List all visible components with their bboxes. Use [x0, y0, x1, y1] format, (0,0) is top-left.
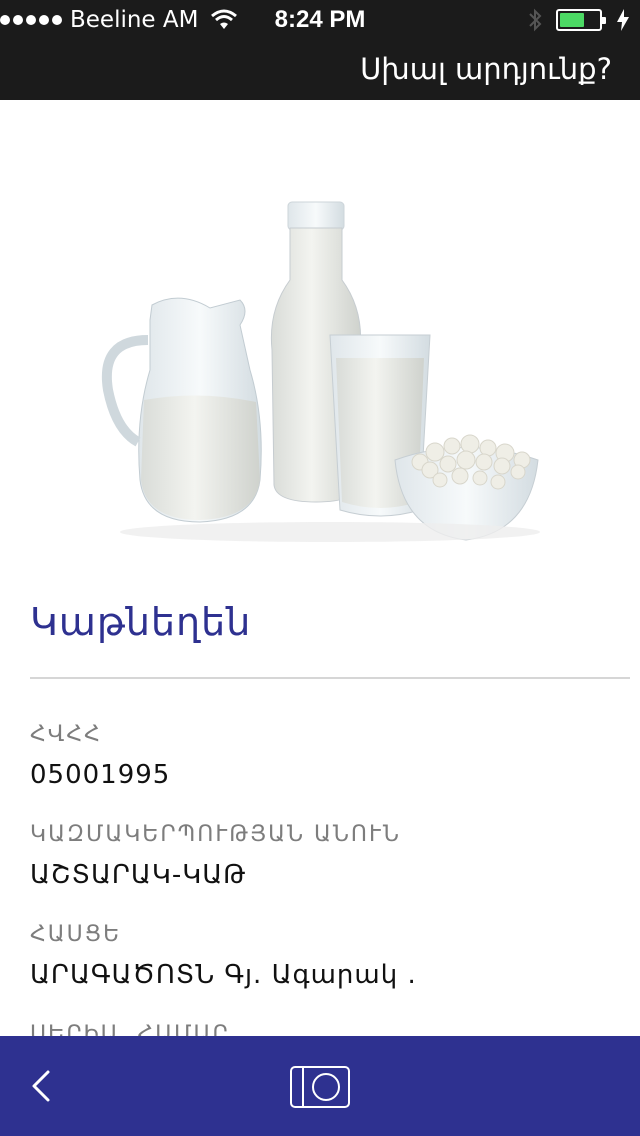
tin-label: ՀՎՀՀ: [30, 722, 102, 747]
bluetooth-icon: [529, 8, 542, 32]
camera-icon[interactable]: [290, 1066, 350, 1108]
battery-icon: [556, 9, 606, 31]
company-name-label: ԿԱԶՄԱԿԵՐՊՈՒԹՅԱՆ ԱՆՈՒՆ: [30, 822, 401, 847]
wrong-result-button[interactable]: Սխալ արդյունք?: [360, 52, 612, 86]
chevron-left-icon[interactable]: [24, 1066, 60, 1106]
status-bar: Beeline AM 8:24 PM: [0, 0, 640, 40]
address-label: ՀԱՍՑԵ: [30, 922, 122, 947]
charging-icon: [617, 9, 629, 31]
top-bar: Beeline AM 8:24 PM Սխալ արդյունք?: [0, 0, 640, 100]
dairy-products-image: [101, 201, 540, 542]
company-name-value: ԱՇՏԱՐԱԿ-ԿԱԹ: [30, 860, 247, 890]
divider: [30, 677, 630, 679]
tin-value: 05001995: [30, 760, 171, 790]
address-value: ԱՐԱԳԱԾՈՏՆ Գյ. Ագարակ .: [30, 960, 417, 990]
bottom-toolbar: [0, 1036, 640, 1136]
status-right: [528, 0, 630, 40]
product-name: Կաթնեղեն: [30, 600, 252, 644]
